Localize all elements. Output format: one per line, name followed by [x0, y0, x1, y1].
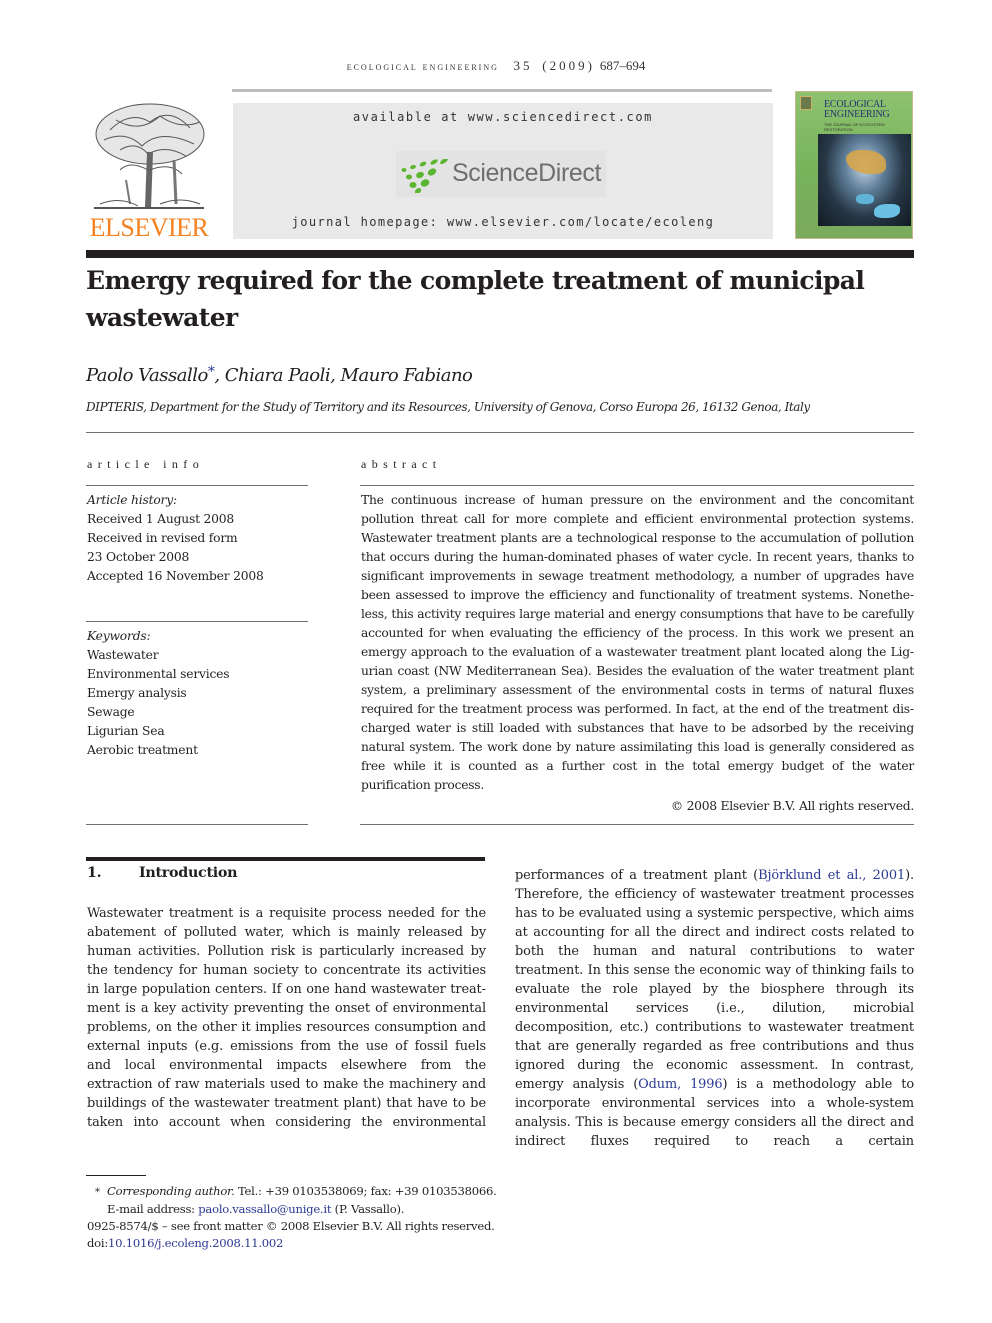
- abstract-copyright: © 2008 Elsevier B.V. All rights reserved…: [670, 799, 914, 813]
- journal-name: ecological engineering: [346, 61, 499, 73]
- cover-blob-shape: [856, 194, 874, 204]
- keyword-item: Aerobic treatment: [87, 743, 198, 757]
- journal-homepage-link[interactable]: journal homepage: www.elsevier.com/locat…: [233, 215, 773, 229]
- banner-top-rule: [232, 89, 772, 92]
- body-column-right: performances of a treatment plant (Björk…: [515, 866, 914, 1151]
- cover-title-line2: ENGINEERING: [824, 109, 890, 120]
- footnotes: * Corresponding author. Tel.: +39 0103538…: [87, 1183, 547, 1252]
- history-item: Received 1 August 2008: [87, 512, 235, 526]
- paragraph: performances of a treatment plant (Björk…: [515, 866, 914, 1151]
- citation-link[interactable]: Odum, 1996: [638, 1077, 722, 1092]
- section-heading-introduction: 1. Introduction: [87, 865, 238, 881]
- sciencedirect-banner: available at www.sciencedirect.com Scien…: [233, 103, 773, 239]
- header-divider: [86, 250, 914, 258]
- abstract-heading: abstract: [361, 457, 442, 471]
- affiliation: DIPTERIS, Department for the Study of Te…: [86, 400, 810, 414]
- divider: [86, 432, 914, 433]
- footnote-corresponding: * Corresponding author. Tel.: +39 0103538…: [87, 1183, 547, 1201]
- keyword-item: Ligurian Sea: [87, 724, 165, 738]
- author-name[interactable]: Chiara Paoli: [225, 365, 331, 386]
- journal-volume: 35: [513, 58, 533, 73]
- section-number: 1.: [87, 865, 102, 881]
- doi-label: doi:: [87, 1236, 109, 1250]
- abstract-text: The continuous increase of human pressur…: [361, 493, 914, 792]
- journal-cover-image[interactable]: ECOLOGICAL ENGINEERING THE JOURNAL OF EC…: [795, 91, 913, 239]
- paragraph-text: ). Therefore, the efficiency of wastewat…: [515, 868, 914, 1092]
- divider: [360, 824, 914, 825]
- cover-blob-shape: [874, 204, 900, 218]
- running-header: ecological engineering 35 (2009) 687–694: [0, 58, 992, 74]
- author-name[interactable]: Paolo Vassallo: [86, 365, 208, 386]
- elsevier-logo[interactable]: ELSEVIER: [86, 100, 212, 242]
- email-link[interactable]: paolo.vassallo@unige.it: [198, 1202, 331, 1216]
- front-matter: 0925-8574/$ – see front matter © 2008 El…: [87, 1219, 495, 1233]
- cover-artwork: [818, 134, 911, 226]
- sciencedirect-wordmark: ScienceDirect: [452, 159, 602, 187]
- divider: [360, 485, 914, 486]
- cover-title: ECOLOGICAL ENGINEERING: [824, 100, 912, 120]
- journal-year: (2009): [542, 58, 595, 73]
- footnote-email: E-mail address: paolo.vassallo@unige.it …: [87, 1201, 547, 1218]
- elsevier-wordmark: ELSEVIER: [89, 213, 209, 242]
- email-suffix: (P. Vassallo).: [331, 1202, 405, 1216]
- elsevier-tree-icon: [94, 103, 205, 209]
- paragraph: Wastewater treatment is a requisite proc…: [87, 906, 486, 1130]
- cover-subtitle: THE JOURNAL OF ECOSYSTEM RESTORATION: [824, 122, 885, 132]
- keywords: Keywords: Wastewater Environmental servi…: [87, 627, 317, 760]
- footnote-divider: [86, 1175, 146, 1176]
- available-at-link[interactable]: available at www.sciencedirect.com: [233, 110, 773, 124]
- cover-splash-shape: [846, 150, 886, 174]
- divider: [86, 485, 308, 486]
- author-name[interactable]: Mauro Fabiano: [341, 365, 473, 386]
- article-history: Article history: Received 1 August 2008 …: [87, 491, 317, 586]
- keyword-item: Wastewater: [87, 648, 159, 662]
- divider: [86, 621, 308, 622]
- sciencedirect-logo[interactable]: ScienceDirect: [396, 151, 606, 197]
- paragraph-text: performances of a treatment plant (: [515, 868, 759, 883]
- keyword-item: Sewage: [87, 705, 135, 719]
- history-item: Received in revised form: [87, 531, 238, 545]
- cover-elsevier-emblem-icon: [800, 96, 812, 110]
- history-item: 23 October 2008: [87, 550, 190, 564]
- section-divider: [86, 857, 485, 861]
- article-title: Emergy required for the complete treatme…: [86, 266, 865, 332]
- article-history-label: Article history:: [87, 493, 177, 507]
- doi-link[interactable]: 10.1016/j.ecoleng.2008.11.002: [108, 1236, 283, 1250]
- journal-pages: 687–694: [599, 58, 646, 73]
- keyword-item: Emergy analysis: [87, 686, 187, 700]
- corresponding-label: Corresponding author.: [107, 1184, 235, 1198]
- keywords-label: Keywords:: [87, 629, 151, 643]
- contact-numbers: Tel.: +39 0103538069; fax: +39 010353806…: [234, 1184, 497, 1198]
- section-title: Introduction: [139, 865, 238, 881]
- article-info-heading: article info: [87, 457, 205, 471]
- corresponding-author-marker[interactable]: *: [208, 364, 215, 380]
- history-item: Accepted 16 November 2008: [87, 569, 264, 583]
- body-column-left: Wastewater treatment is a requisite proc…: [87, 904, 486, 1132]
- email-label: E-mail address:: [107, 1202, 199, 1216]
- sciencedirect-dots-icon: [401, 159, 448, 193]
- footnote-marker: *: [95, 1187, 100, 1198]
- author-list: Paolo Vassallo*, Chiara Paoli, Mauro Fab…: [86, 364, 473, 386]
- keyword-item: Environmental services: [87, 667, 230, 681]
- divider: [86, 824, 308, 825]
- doi-line: doi:10.1016/j.ecoleng.2008.11.002: [87, 1235, 547, 1252]
- citation-link[interactable]: Björklund et al., 2001: [758, 868, 905, 883]
